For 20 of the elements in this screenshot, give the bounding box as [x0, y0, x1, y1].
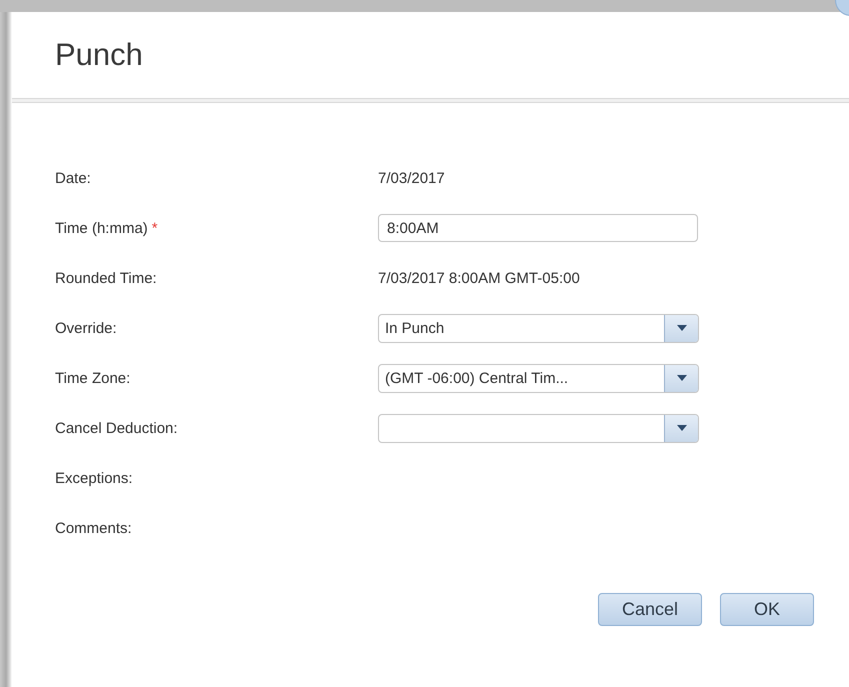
dialog-title: Punch: [55, 37, 143, 73]
caret-icon[interactable]: [676, 325, 686, 331]
caret-icon[interactable]: [676, 425, 686, 431]
required-mark: *: [152, 220, 158, 236]
field-label: Override:: [55, 320, 117, 336]
dropdown[interactable]: (GMT -06:00) Central Tim...: [378, 364, 699, 392]
field-label: Time (h:mma): [55, 220, 148, 236]
input-field[interactable]: 8:00AM: [378, 214, 698, 242]
field-label: Date:: [55, 170, 91, 186]
field-label: Cancel Deduction:: [55, 420, 178, 436]
ok-button[interactable]: OK: [720, 593, 814, 626]
cancel-button[interactable]: Cancel: [598, 593, 702, 626]
field-value: 7/03/2017: [378, 170, 445, 186]
field-value: 7/03/2017 8:00AM GMT-05:00: [378, 270, 580, 286]
field-label: Time Zone:: [55, 370, 130, 386]
caret-icon[interactable]: [676, 375, 686, 381]
dropdown[interactable]: In Punch: [378, 314, 699, 342]
field-label: Rounded Time:: [55, 270, 157, 286]
field-label: Comments:: [55, 520, 132, 536]
field-label: Exceptions:: [55, 470, 133, 486]
